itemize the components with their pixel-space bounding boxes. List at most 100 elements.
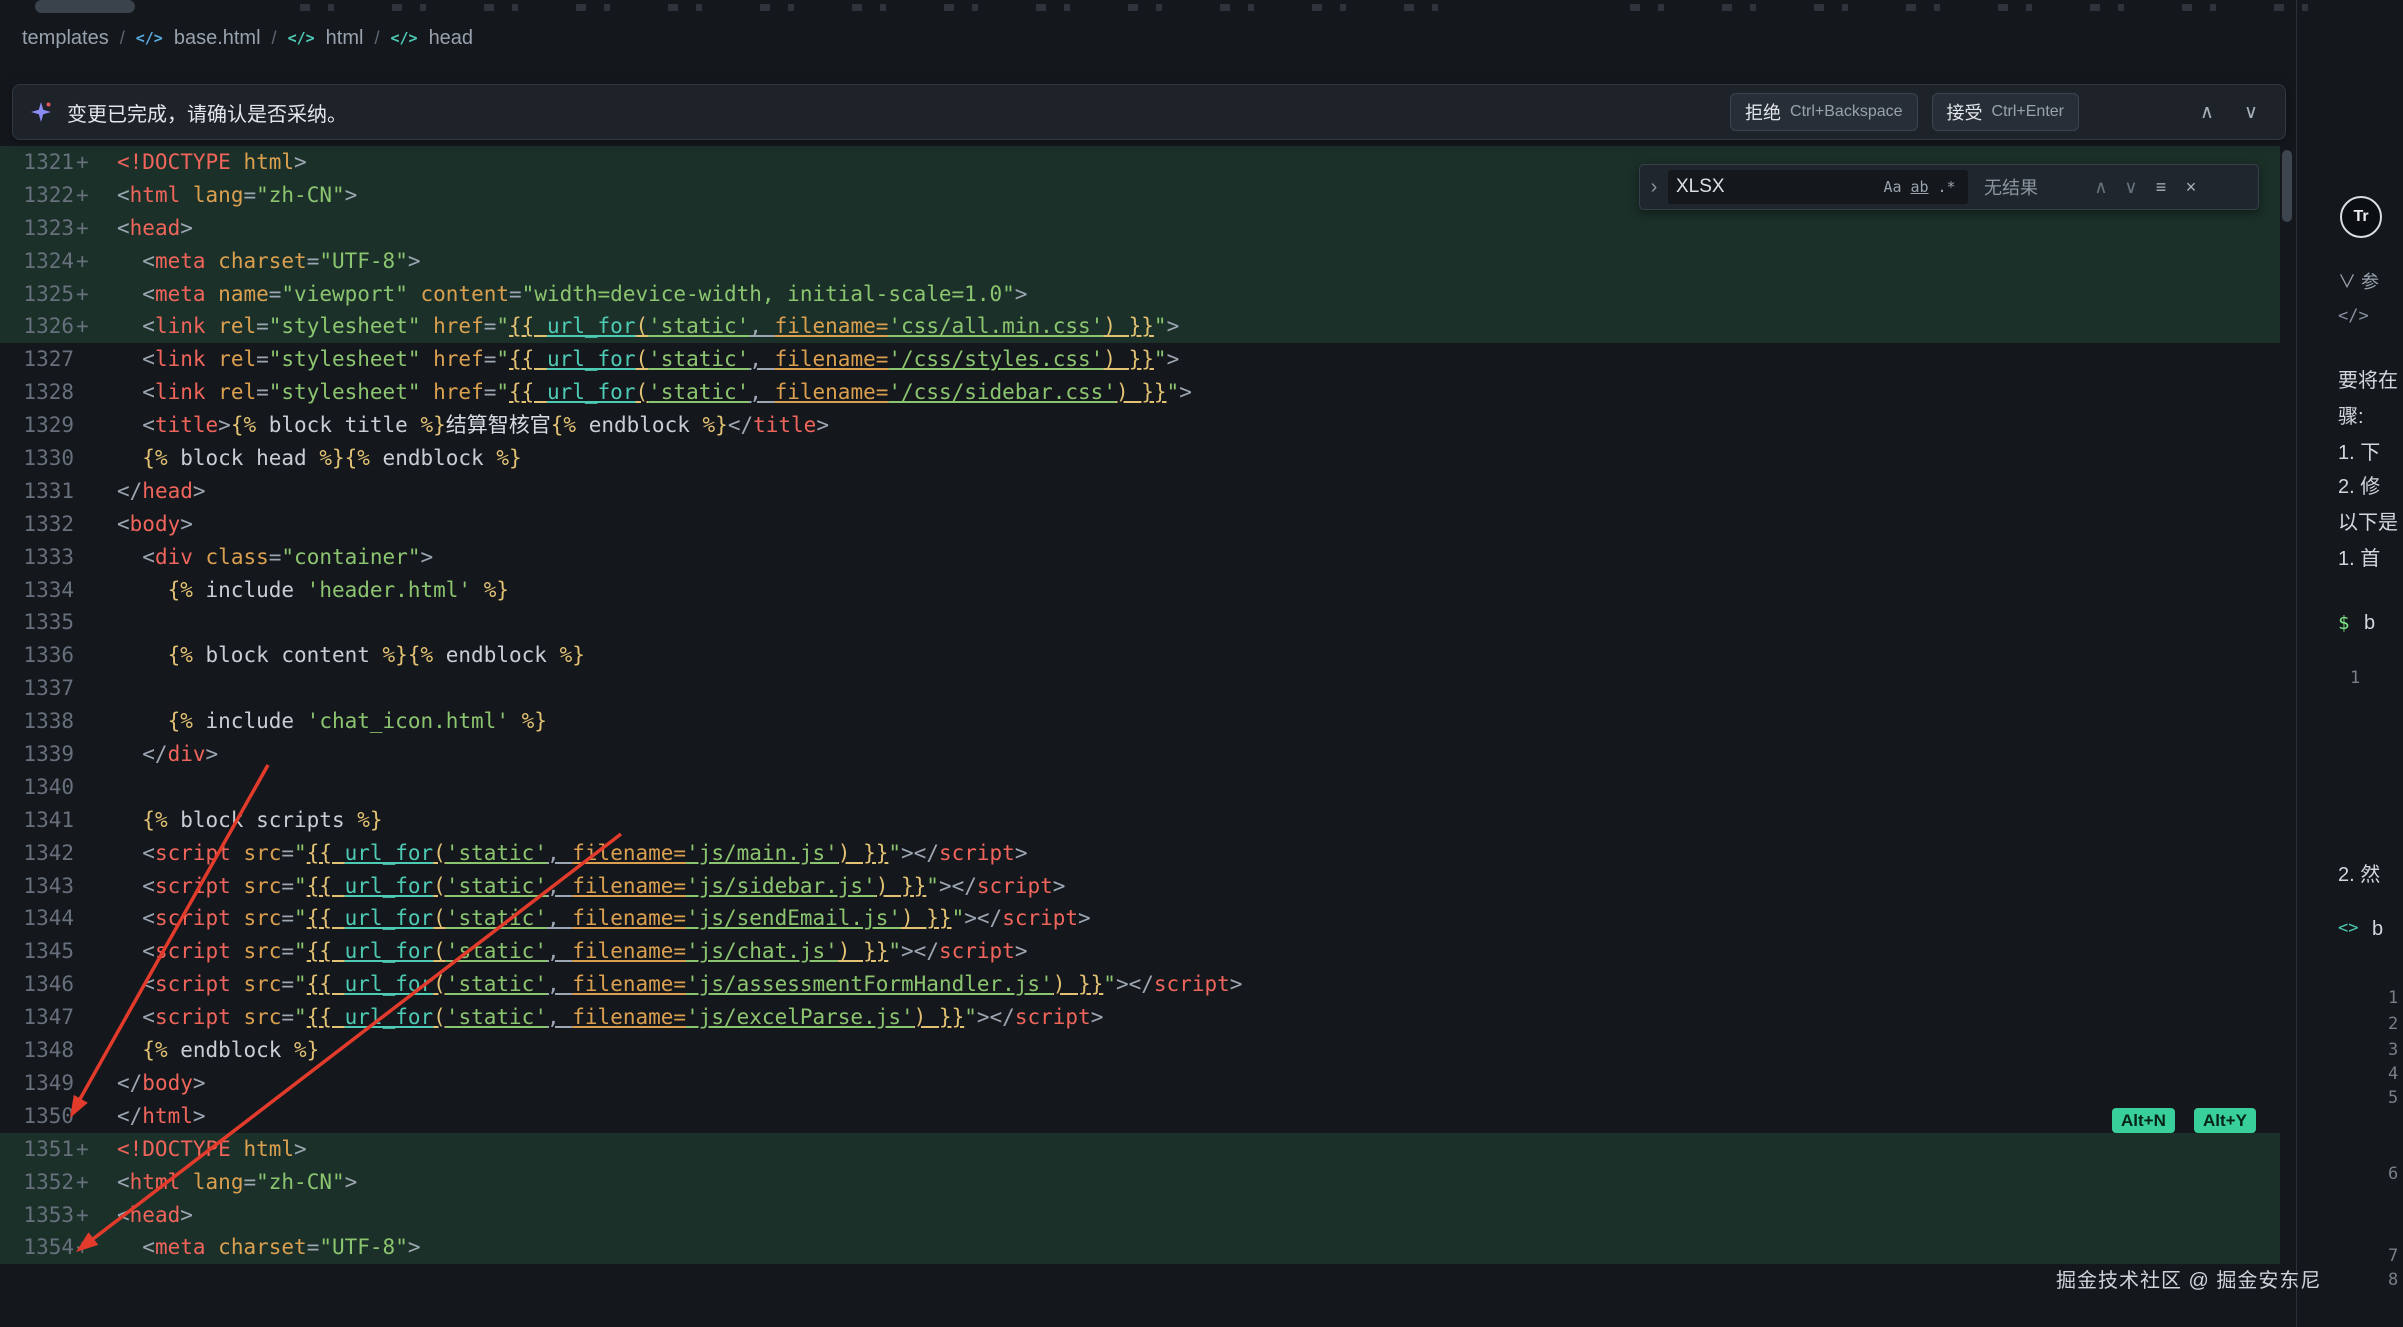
code-line[interactable]: 1353+<head> bbox=[0, 1199, 2280, 1232]
regex-toggle[interactable]: .* bbox=[1933, 174, 1960, 200]
line-number[interactable]: 1336 bbox=[0, 639, 117, 672]
line-number[interactable]: 1339 bbox=[0, 738, 117, 771]
match-case-toggle[interactable]: Aa bbox=[1879, 174, 1906, 200]
code-line[interactable]: 1342 <script src="{{ url_for('static', f… bbox=[0, 837, 2280, 870]
code-line[interactable]: 1334 {% include 'header.html' %} bbox=[0, 574, 2280, 607]
find-in-selection-button[interactable]: ≡ bbox=[2146, 172, 2176, 202]
code-text: <div class="container"> bbox=[117, 541, 433, 574]
code-line[interactable]: 1336 {% block content %}{% endblock %} bbox=[0, 639, 2280, 672]
code-line[interactable]: 1341 {% block scripts %} bbox=[0, 804, 2280, 837]
code-line[interactable]: 1348 {% endblock %} bbox=[0, 1034, 2280, 1067]
line-number[interactable]: 1324+ bbox=[0, 245, 117, 278]
line-number[interactable]: 1331 bbox=[0, 475, 117, 508]
code-text: <body> bbox=[117, 508, 193, 541]
code-line[interactable]: 1340 bbox=[0, 771, 2280, 804]
code-line[interactable]: 1324+ <meta charset="UTF-8"> bbox=[0, 245, 2280, 278]
find-close-button[interactable]: × bbox=[2176, 172, 2206, 202]
panel-text-fragment: 3 bbox=[2388, 1040, 2398, 1060]
breadcrumb-item-html[interactable]: html bbox=[326, 27, 364, 50]
chevron-down-icon[interactable]: ∨ bbox=[2233, 94, 2269, 130]
code-line[interactable]: 1330 {% block head %}{% endblock %} bbox=[0, 442, 2280, 475]
diff-actions: 拒绝 Ctrl+Backspace 接受 Ctrl+Enter ∧ ∨ bbox=[1730, 93, 2269, 131]
code-line[interactable]: 1328 <link rel="stylesheet" href="{{ url… bbox=[0, 376, 2280, 409]
find-expand-chevron[interactable]: › bbox=[1640, 176, 1668, 199]
breadcrumb-item-head[interactable]: head bbox=[429, 27, 474, 50]
line-number[interactable]: 1340 bbox=[0, 771, 117, 804]
code-line[interactable]: 1329 <title>{% block title %}结算智核官{% end… bbox=[0, 409, 2280, 442]
code-line[interactable]: 1347 <script src="{{ url_for('static', f… bbox=[0, 1001, 2280, 1034]
line-number[interactable]: 1328 bbox=[0, 376, 117, 409]
whole-word-toggle[interactable]: ab bbox=[1906, 174, 1933, 200]
code-line[interactable]: 1346 <script src="{{ url_for('static', f… bbox=[0, 968, 2280, 1001]
code-line[interactable]: 1343 <script src="{{ url_for('static', f… bbox=[0, 870, 2280, 903]
line-number[interactable]: 1326+ bbox=[0, 310, 117, 343]
line-number[interactable]: 1323+ bbox=[0, 212, 117, 245]
line-number[interactable]: 1338 bbox=[0, 705, 117, 738]
line-number[interactable]: 1345 bbox=[0, 935, 117, 968]
line-number[interactable]: 1321+ bbox=[0, 146, 117, 179]
line-number[interactable]: 1344 bbox=[0, 902, 117, 935]
code-line[interactable]: 1352+<html lang="zh-CN"> bbox=[0, 1166, 2280, 1199]
code-line[interactable]: 1344 <script src="{{ url_for('static', f… bbox=[0, 902, 2280, 935]
find-previous-button[interactable]: ∧ bbox=[2086, 172, 2116, 202]
code-editor[interactable]: 1321+<!DOCTYPE html>1322+<html lang="zh-… bbox=[0, 146, 2296, 1264]
line-number[interactable]: 1354+ bbox=[0, 1231, 117, 1264]
line-number[interactable]: 1341 bbox=[0, 804, 117, 837]
line-number[interactable]: 1348 bbox=[0, 1034, 117, 1067]
line-number[interactable]: 1327 bbox=[0, 343, 117, 376]
code-text: <html lang="zh-CN"> bbox=[117, 1166, 357, 1199]
breadcrumb-item-templates[interactable]: templates bbox=[22, 27, 109, 50]
line-number[interactable]: 1330 bbox=[0, 442, 117, 475]
panel-divider[interactable] bbox=[2296, 0, 2297, 1327]
line-number[interactable]: 1342 bbox=[0, 837, 117, 870]
line-number[interactable]: 1335 bbox=[0, 606, 117, 639]
line-number[interactable]: 1334 bbox=[0, 574, 117, 607]
code-line[interactable]: 1335 bbox=[0, 606, 2280, 639]
code-line[interactable]: 1339 </div> bbox=[0, 738, 2280, 771]
code-line[interactable]: 1333 <div class="container"> bbox=[0, 541, 2280, 574]
code-line[interactable]: 1350</html> bbox=[0, 1100, 2280, 1133]
code-line[interactable]: 1331</head> bbox=[0, 475, 2280, 508]
line-number[interactable]: 1343 bbox=[0, 870, 117, 903]
line-number[interactable]: 1349 bbox=[0, 1067, 117, 1100]
line-number[interactable]: 1353+ bbox=[0, 1199, 117, 1232]
line-number[interactable]: 1351+ bbox=[0, 1133, 117, 1166]
panel-text-fragment: 5 bbox=[2388, 1088, 2398, 1108]
code-line[interactable]: 1325+ <meta name="viewport" content="wid… bbox=[0, 278, 2280, 311]
line-number[interactable]: 1346 bbox=[0, 968, 117, 1001]
code-text: <script src="{{ url_for('static', filena… bbox=[117, 968, 1242, 1001]
line-number[interactable]: 1347 bbox=[0, 1001, 117, 1034]
line-number[interactable]: 1325+ bbox=[0, 278, 117, 311]
editor-scrollbar[interactable] bbox=[2282, 150, 2292, 222]
app-root: { "breadcrumb": { "separator": "/", "ite… bbox=[0, 0, 2403, 1327]
find-input[interactable]: XLSX Aa ab .* bbox=[1668, 170, 1968, 204]
line-number[interactable]: 1322+ bbox=[0, 179, 117, 212]
code-text: {% include 'header.html' %} bbox=[117, 574, 509, 607]
code-line[interactable]: 1327 <link rel="stylesheet" href="{{ url… bbox=[0, 343, 2280, 376]
find-next-button[interactable]: ∨ bbox=[2116, 172, 2146, 202]
html-file-icon: </> bbox=[136, 29, 163, 47]
breadcrumb-item-base-html[interactable]: base.html bbox=[174, 27, 261, 50]
assistant-logo: Tr bbox=[2340, 196, 2382, 238]
line-number[interactable]: 1333 bbox=[0, 541, 117, 574]
code-line[interactable]: 1337 bbox=[0, 672, 2280, 705]
line-number[interactable]: 1332 bbox=[0, 508, 117, 541]
code-line[interactable]: 1345 <script src="{{ url_for('static', f… bbox=[0, 935, 2280, 968]
line-number[interactable]: 1352+ bbox=[0, 1166, 117, 1199]
line-number[interactable]: 1337 bbox=[0, 672, 117, 705]
code-line[interactable]: 1351+<!DOCTYPE html> bbox=[0, 1133, 2280, 1166]
code-line[interactable]: 1323+<head> bbox=[0, 212, 2280, 245]
reject-button[interactable]: 拒绝 Ctrl+Backspace bbox=[1730, 93, 1918, 131]
line-number[interactable]: 1329 bbox=[0, 409, 117, 442]
code-text: </head> bbox=[117, 475, 206, 508]
code-line[interactable]: 1338 {% include 'chat_icon.html' %} bbox=[0, 705, 2280, 738]
code-line[interactable]: 1332<body> bbox=[0, 508, 2280, 541]
accept-button[interactable]: 接受 Ctrl+Enter bbox=[1932, 93, 2079, 131]
code-line[interactable]: 1349</body> bbox=[0, 1067, 2280, 1100]
code-line[interactable]: 1326+ <link rel="stylesheet" href="{{ ur… bbox=[0, 310, 2280, 343]
code-line[interactable]: 1354+ <meta charset="UTF-8"> bbox=[0, 1231, 2280, 1264]
panel-code-icon: </> bbox=[2338, 306, 2369, 326]
line-number[interactable]: 1350 bbox=[0, 1100, 117, 1133]
chevron-up-icon[interactable]: ∧ bbox=[2189, 94, 2225, 130]
watermark: 掘金技术社区 @ 掘金安东尼 bbox=[2056, 1264, 2321, 1293]
